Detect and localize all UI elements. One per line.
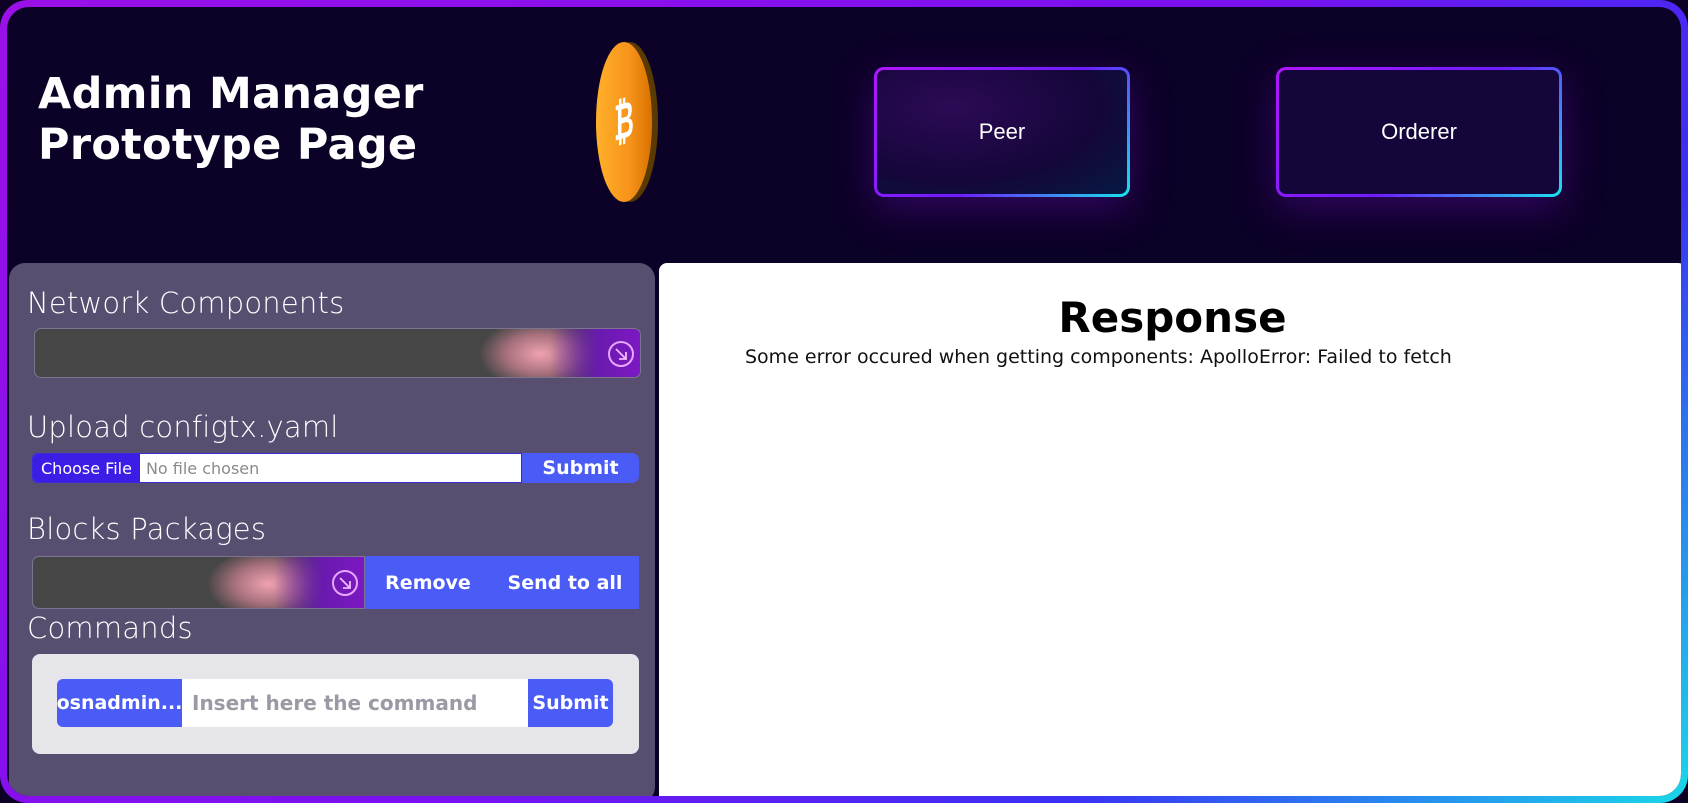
blocks-row: Remove Send to all xyxy=(32,556,639,609)
blocks-packages-select[interactable] xyxy=(32,556,365,609)
arrow-down-right-icon xyxy=(608,341,634,367)
response-title: Response xyxy=(1058,293,1287,342)
network-components-label: Network Components xyxy=(27,286,345,320)
command-submit-button[interactable]: Submit xyxy=(528,679,613,727)
blocks-packages-label: Blocks Packages xyxy=(27,512,267,546)
app-frame: Admin Manager Prototype Page ₿ Peer Orde… xyxy=(0,0,1688,803)
commands-box: osnadmin... Submit xyxy=(32,654,639,754)
network-components-select[interactable] xyxy=(34,328,641,378)
response-panel: Response Some error occured when getting… xyxy=(659,263,1681,796)
command-row: osnadmin... Submit xyxy=(57,679,613,727)
upload-submit-button[interactable]: Submit xyxy=(522,453,639,483)
page-title: Admin Manager Prototype Page xyxy=(38,69,424,171)
orderer-button-label: Orderer xyxy=(1381,119,1457,144)
svg-text:₿: ₿ xyxy=(614,90,634,154)
choose-file-button[interactable]: Choose File xyxy=(33,454,140,482)
blocks-actions: Remove Send to all xyxy=(365,556,639,609)
app-window: Admin Manager Prototype Page ₿ Peer Orde… xyxy=(7,7,1681,796)
response-message: Some error occured when getting componen… xyxy=(745,346,1452,368)
orderer-button[interactable]: Orderer xyxy=(1276,67,1562,197)
page-title-line-2: Prototype Page xyxy=(38,120,418,170)
file-input[interactable]: Choose File No file chosen xyxy=(32,453,522,483)
file-status: No file chosen xyxy=(145,458,260,478)
page-title-line-1: Admin Manager xyxy=(38,69,424,119)
remove-button[interactable]: Remove xyxy=(365,556,491,609)
commands-label: Commands xyxy=(27,611,193,645)
peer-button-label: Peer xyxy=(978,119,1026,144)
command-type-dropdown[interactable]: osnadmin... xyxy=(57,679,182,727)
peer-button[interactable]: Peer xyxy=(874,67,1130,197)
bitcoin-coin-icon: ₿ xyxy=(596,42,658,202)
send-to-all-button[interactable]: Send to all xyxy=(491,556,639,609)
upload-row: Choose File No file chosen Submit xyxy=(32,453,639,483)
command-input[interactable] xyxy=(182,679,528,727)
upload-label: Upload configtx.yaml xyxy=(27,410,339,444)
arrow-down-right-icon xyxy=(332,570,358,596)
